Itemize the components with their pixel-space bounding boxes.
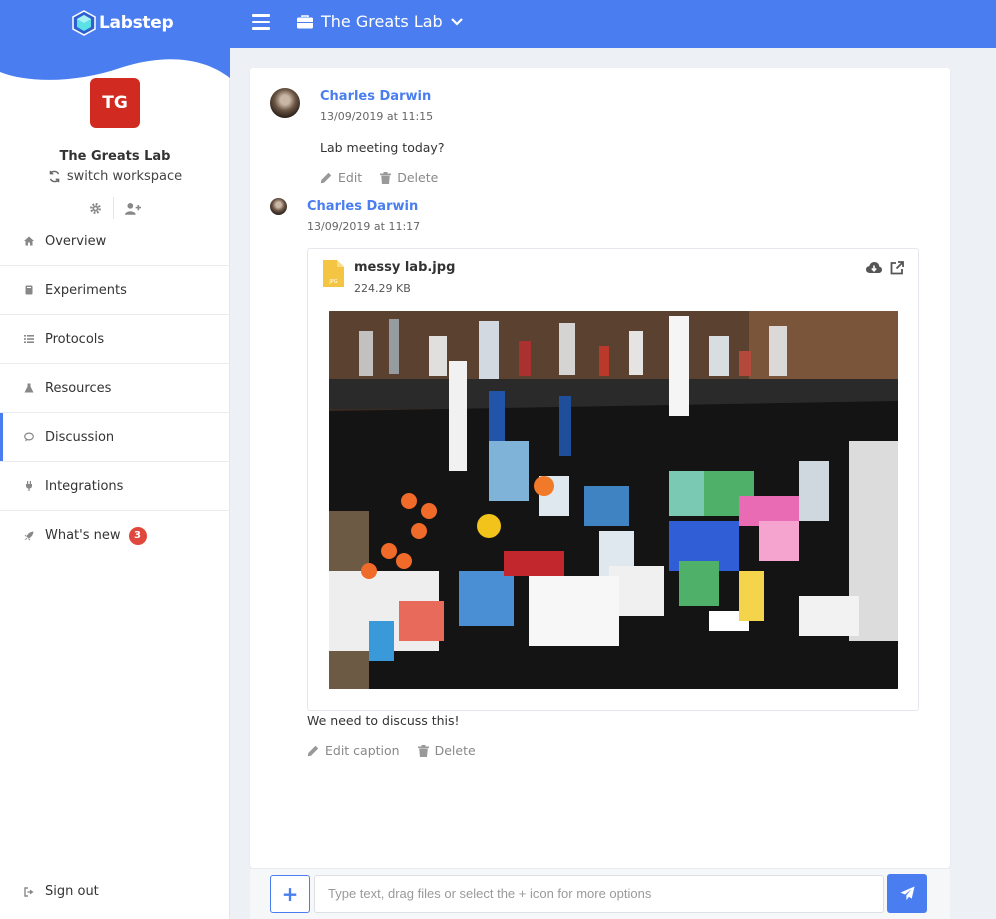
lab-photo-image[interactable] <box>329 311 898 689</box>
switch-workspace-label: switch workspace <box>66 169 183 184</box>
comment-actions: Edit Delete <box>320 170 456 185</box>
top-bar: The Greats Lab <box>230 0 996 48</box>
sidebar-item-resources[interactable]: Resources <box>0 364 230 413</box>
sidebar-item-overview[interactable]: Overview <box>0 217 230 266</box>
book-icon <box>25 285 33 295</box>
workspace-name: The Greats Lab <box>59 149 171 164</box>
discussion-thread: Charles Darwin 13/09/2019 at 11:15 Lab m… <box>250 68 950 868</box>
paper-plane-icon <box>899 886 915 901</box>
comment-author[interactable]: Charles Darwin <box>320 89 431 104</box>
rocket-icon <box>24 531 34 540</box>
sidebar-item-label: What's new <box>45 528 121 543</box>
workspace-title: The Greats Lab <box>321 12 443 31</box>
svg-text:JPG: JPG <box>328 279 337 285</box>
whats-new-badge: 3 <box>128 526 147 545</box>
sidebar-item-label: Experiments <box>45 282 127 298</box>
list-icon <box>24 335 34 343</box>
labstep-logo-icon <box>72 10 96 36</box>
user-avatar[interactable] <box>270 198 287 215</box>
sign-out-icon <box>24 886 34 897</box>
add-user-icon[interactable] <box>125 202 141 215</box>
pencil-icon <box>307 745 319 756</box>
sidebar-item-experiments[interactable]: Experiments <box>0 266 230 315</box>
gear-icon[interactable] <box>89 202 102 215</box>
comment-input[interactable] <box>314 875 884 913</box>
comment-composer: + <box>250 868 950 919</box>
comment-timestamp: 13/09/2019 at 11:15 <box>320 110 434 123</box>
chevron-down-icon <box>450 17 463 26</box>
edit-label: Edit <box>338 170 363 185</box>
workspace-avatar[interactable]: TG <box>90 78 140 128</box>
file-attachment-card: JPG messy lab.jpg 224.29 KB <box>307 248 919 711</box>
hamburger-menu-icon[interactable] <box>252 14 270 32</box>
flask-icon <box>24 383 34 393</box>
send-button[interactable] <box>887 874 927 913</box>
external-link-icon[interactable] <box>890 261 904 275</box>
plug-icon <box>26 481 32 491</box>
image-file-icon: JPG <box>323 260 344 287</box>
file-tools <box>866 261 904 275</box>
sidebar-item-label: Discussion <box>45 429 115 445</box>
switch-workspace-link[interactable]: switch workspace <box>0 169 230 184</box>
caption-actions: Edit caption Delete <box>307 743 494 758</box>
sidebar-item-label: Resources <box>45 380 112 396</box>
chat-icon <box>24 432 34 442</box>
brand-logo[interactable]: Labstep <box>72 10 174 36</box>
sidebar-nav: Overview Experiments Protocols Resources… <box>0 217 230 560</box>
comment-author[interactable]: Charles Darwin <box>307 199 418 214</box>
delete-comment-button[interactable]: Delete <box>380 170 438 185</box>
workspace-actions <box>0 197 230 219</box>
comment-text: Lab meeting today? <box>320 140 445 155</box>
cloud-download-icon[interactable] <box>866 261 882 274</box>
file-name[interactable]: messy lab.jpg <box>354 260 455 275</box>
home-icon <box>24 236 34 246</box>
sign-out-link[interactable]: Sign out <box>24 884 99 899</box>
sidebar-item-protocols[interactable]: Protocols <box>0 315 230 364</box>
brand-name: Labstep <box>99 13 174 33</box>
sidebar-item-integrations[interactable]: Integrations <box>0 462 230 511</box>
edit-caption-label: Edit caption <box>325 743 400 758</box>
file-size: 224.29 KB <box>354 282 411 295</box>
sidebar-item-discussion[interactable]: Discussion <box>0 413 230 462</box>
add-attachment-button[interactable]: + <box>270 875 310 913</box>
trash-icon <box>417 744 429 757</box>
sign-out-label: Sign out <box>45 884 99 899</box>
edit-comment-button[interactable]: Edit <box>320 170 362 185</box>
user-avatar[interactable] <box>270 88 300 118</box>
sidebar-item-label: Protocols <box>45 331 105 347</box>
file-caption: We need to discuss this! <box>307 713 460 728</box>
delete-label: Delete <box>397 170 439 185</box>
pencil-icon <box>320 172 332 183</box>
actions-divider <box>113 197 114 219</box>
delete-file-button[interactable]: Delete <box>417 743 476 758</box>
briefcase-icon <box>297 14 313 28</box>
sidebar-item-whats-new[interactable]: What's new 3 <box>0 511 230 560</box>
edit-caption-button[interactable]: Edit caption <box>307 743 400 758</box>
sidebar-item-label: Overview <box>45 233 107 249</box>
trash-icon <box>380 171 392 184</box>
sidebar: Labstep TG The Greats Lab switch workspa… <box>0 0 230 919</box>
workspace-switcher[interactable]: The Greats Lab <box>297 12 463 31</box>
delete-label: Delete <box>434 743 476 758</box>
sidebar-item-label: Integrations <box>45 478 124 494</box>
comment-timestamp: 13/09/2019 at 11:17 <box>307 220 421 233</box>
refresh-icon <box>49 170 60 183</box>
